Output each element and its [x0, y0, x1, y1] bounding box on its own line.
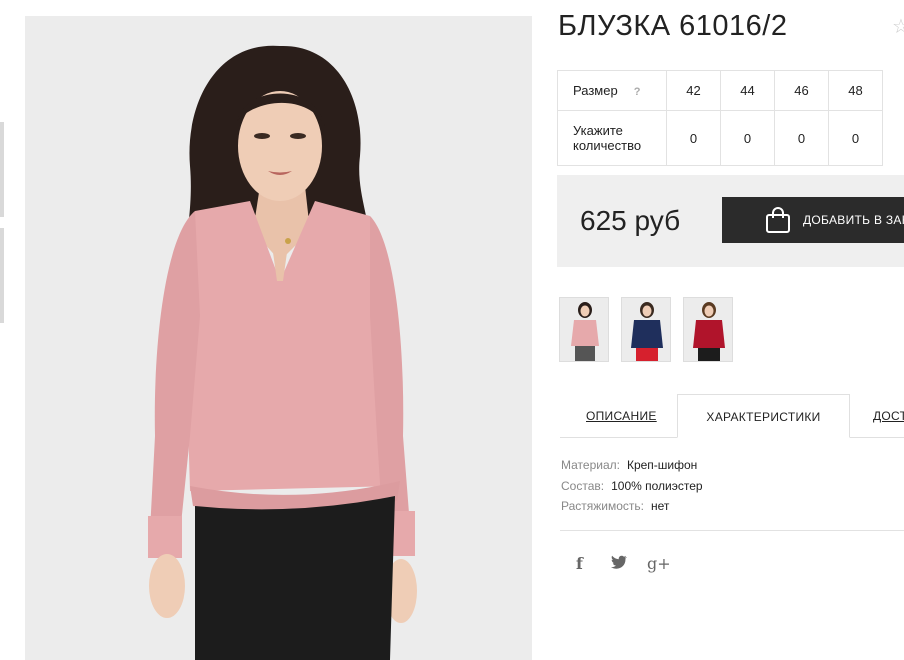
size-quantity-table: Размер? 42 44 46 48 Укажите количество 0…: [557, 70, 883, 166]
red-blouse-image: [684, 298, 732, 361]
size-label: Размер: [573, 83, 618, 98]
facebook-icon[interactable]: f: [576, 554, 583, 573]
quantity-label-cell: Укажите количество: [557, 110, 667, 166]
size-row: Размер? 42 44 46 48: [557, 70, 883, 111]
add-to-order-label: ДОБАВИТЬ В ЗАКАЗ: [803, 213, 904, 227]
char-value: Креп-шифон: [626, 458, 698, 472]
side-thumbnail-1[interactable]: [0, 122, 4, 217]
navy-blouse-image: [622, 298, 670, 361]
quantity-input-46[interactable]: 0: [774, 110, 829, 166]
tab-description[interactable]: ОПИСАНИЕ: [586, 394, 657, 438]
char-row-composition: Состав: 100% полиэстер: [561, 476, 703, 497]
char-value: нет: [651, 499, 670, 513]
model-illustration: [25, 16, 532, 660]
variant-thumbnail-red[interactable]: [683, 297, 733, 362]
quantity-input-48[interactable]: 0: [828, 110, 883, 166]
char-key: Растяжимость:: [561, 499, 645, 513]
social-divider: [560, 530, 904, 531]
shopping-bag-icon: [766, 207, 790, 233]
quantity-label-line-1: Укажите: [573, 123, 623, 138]
price: 625 руб: [580, 205, 681, 236]
size-help-icon[interactable]: ?: [634, 86, 641, 98]
size-label-cell: Размер?: [557, 70, 667, 111]
twitter-icon[interactable]: [611, 554, 627, 573]
quantity-input-44[interactable]: 0: [720, 110, 775, 166]
char-key: Материал:: [561, 458, 620, 472]
tab-characteristics[interactable]: ХАРАКТЕРИСТИКИ: [677, 394, 850, 438]
variant-thumbnail-pink[interactable]: [559, 297, 609, 362]
char-key: Состав:: [561, 478, 605, 493]
product-title: БЛУЗКА 61016/2: [558, 10, 788, 42]
quantity-row: Укажите количество 0 0 0 0: [557, 110, 883, 166]
google-plus-icon[interactable]: g+: [647, 554, 671, 573]
tab-delivery[interactable]: ДОСТАВКА: [873, 394, 904, 438]
quantity-input-42[interactable]: 0: [666, 110, 721, 166]
price-panel: 625 руб ДОБАВИТЬ В ЗАКАЗ: [557, 175, 904, 267]
size-48: 48: [828, 70, 883, 111]
char-row-material: Материал: Креп-шифон: [561, 455, 703, 476]
quantity-label-line-2: количество: [573, 138, 642, 153]
twitter-bird-icon: [611, 555, 627, 569]
variant-thumbnail-navy[interactable]: [621, 297, 671, 362]
characteristics-list: Материал: Креп-шифон Состав: 100% полиэсте…: [561, 455, 703, 517]
size-44: 44: [720, 70, 775, 111]
size-42: 42: [666, 70, 721, 111]
product-photo[interactable]: [25, 16, 532, 660]
side-thumbnail-2[interactable]: [0, 228, 4, 323]
size-46: 46: [774, 70, 829, 111]
pink-blouse-image: [560, 298, 608, 361]
char-row-stretch: Растяжимость: нет: [561, 496, 703, 517]
add-to-order-button[interactable]: ДОБАВИТЬ В ЗАКАЗ: [722, 197, 904, 243]
favorite-star-icon[interactable]: ☆: [892, 14, 904, 39]
char-value: 100% полиэстер: [611, 478, 703, 493]
